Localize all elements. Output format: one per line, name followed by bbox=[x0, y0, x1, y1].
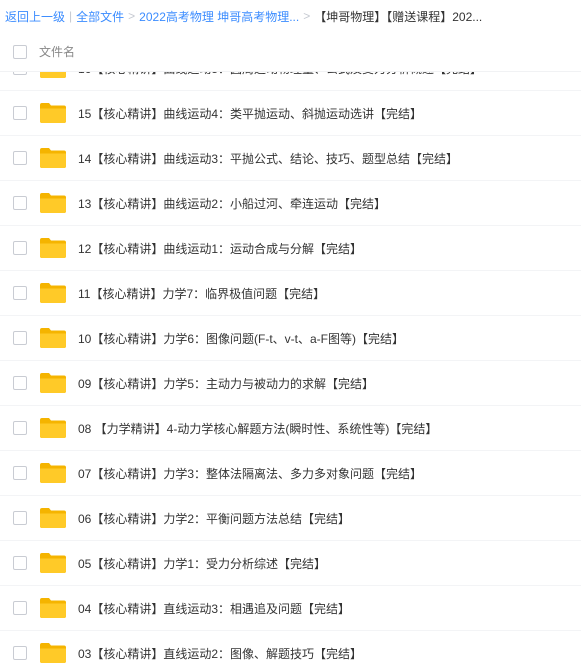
row-checkbox[interactable] bbox=[13, 466, 27, 480]
row-checkbox[interactable] bbox=[13, 106, 27, 120]
file-row[interactable]: 09【核心精讲】力学5：主动力与被动力的求解【完结】 bbox=[0, 361, 581, 406]
folder-icon bbox=[40, 373, 66, 393]
breadcrumb-chevron-icon: > bbox=[128, 9, 136, 23]
file-row[interactable]: 13【核心精讲】曲线运动2：小船过河、牵连运动【完结】 bbox=[0, 181, 581, 226]
breadcrumb-chevron-icon: > bbox=[303, 9, 311, 23]
file-rows: 16【核心精讲】曲线运动5：圆周运动物理量、公式及受力分析概述【完结】 15【核心… bbox=[0, 72, 581, 666]
file-row[interactable]: 11【核心精讲】力学7：临界极值问题【完结】 bbox=[0, 271, 581, 316]
folder-icon bbox=[40, 103, 66, 123]
folder-icon bbox=[40, 508, 66, 528]
file-name[interactable]: 04【核心精讲】直线运动3：相遇追及问题【完结】 bbox=[78, 600, 350, 617]
row-checkbox[interactable] bbox=[13, 286, 27, 300]
breadcrumb-all-files[interactable]: 全部文件 bbox=[76, 8, 124, 25]
file-row[interactable]: 08 【力学精讲】4-动力学核心解题方法(瞬时性、系统性等)【完结】 bbox=[0, 406, 581, 451]
folder-icon bbox=[40, 72, 66, 78]
row-checkbox[interactable] bbox=[13, 151, 27, 165]
folder-icon bbox=[40, 193, 66, 213]
row-checkbox[interactable] bbox=[13, 511, 27, 525]
folder-icon bbox=[40, 238, 66, 258]
file-list-header: 文件名 bbox=[0, 32, 581, 72]
row-checkbox[interactable] bbox=[13, 196, 27, 210]
row-checkbox[interactable] bbox=[13, 376, 27, 390]
back-link[interactable]: 返回上一级 bbox=[5, 8, 65, 25]
file-name[interactable]: 12【核心精讲】曲线运动1：运动合成与分解【完结】 bbox=[78, 240, 362, 257]
file-row[interactable]: 15【核心精讲】曲线运动4：类平抛运动、斜抛运动选讲【完结】 bbox=[0, 91, 581, 136]
file-row[interactable]: 14【核心精讲】曲线运动3：平抛公式、结论、技巧、题型总结【完结】 bbox=[0, 136, 581, 181]
folder-icon bbox=[40, 418, 66, 438]
file-name[interactable]: 05【核心精讲】力学1：受力分析综述【完结】 bbox=[78, 555, 326, 572]
row-checkbox[interactable] bbox=[13, 601, 27, 615]
file-row[interactable]: 07【核心精讲】力学3：整体法隔离法、多力多对象问题【完结】 bbox=[0, 451, 581, 496]
select-all-checkbox[interactable] bbox=[13, 44, 27, 59]
file-name[interactable]: 10【核心精讲】力学6：图像问题(F-t、v-t、a-F图等)【完结】 bbox=[78, 330, 404, 347]
folder-icon bbox=[40, 328, 66, 348]
folder-icon bbox=[40, 643, 66, 663]
file-row[interactable]: 06【核心精讲】力学2：平衡问题方法总结【完结】 bbox=[0, 496, 581, 541]
folder-icon bbox=[40, 148, 66, 168]
file-row[interactable]: 10【核心精讲】力学6：图像问题(F-t、v-t、a-F图等)【完结】 bbox=[0, 316, 581, 361]
file-name[interactable]: 11【核心精讲】力学7：临界极值问题【完结】 bbox=[78, 285, 325, 302]
breadcrumb-current: 【坤哥物理】【赠送课程】202... bbox=[314, 9, 483, 24]
file-name[interactable]: 14【核心精讲】曲线运动3：平抛公式、结论、技巧、题型总结【完结】 bbox=[78, 150, 458, 167]
breadcrumb-divider: | bbox=[69, 9, 73, 23]
file-name[interactable]: 13【核心精讲】曲线运动2：小船过河、牵连运动【完结】 bbox=[78, 195, 386, 212]
file-row[interactable]: 12【核心精讲】曲线运动1：运动合成与分解【完结】 bbox=[0, 226, 581, 271]
file-name[interactable]: 03【核心精讲】直线运动2：图像、解题技巧【完结】 bbox=[78, 645, 362, 662]
breadcrumb: 返回上一级 | 全部文件 > 2022高考物理 坤哥高考物理... > 【坤哥物… bbox=[0, 0, 581, 32]
row-checkbox[interactable] bbox=[13, 241, 27, 255]
file-row[interactable]: 16【核心精讲】曲线运动5：圆周运动物理量、公式及受力分析概述【完结】 bbox=[0, 72, 581, 91]
breadcrumb-folder[interactable]: 2022高考物理 坤哥高考物理... bbox=[139, 8, 299, 25]
file-row[interactable]: 05【核心精讲】力学1：受力分析综述【完结】 bbox=[0, 541, 581, 586]
folder-icon bbox=[40, 553, 66, 573]
row-checkbox[interactable] bbox=[13, 331, 27, 345]
row-checkbox[interactable] bbox=[13, 556, 27, 570]
row-checkbox[interactable] bbox=[13, 421, 27, 435]
file-row[interactable]: 04【核心精讲】直线运动3：相遇追及问题【完结】 bbox=[0, 586, 581, 631]
file-name[interactable]: 09【核心精讲】力学5：主动力与被动力的求解【完结】 bbox=[78, 375, 374, 392]
file-name[interactable]: 08 【力学精讲】4-动力学核心解题方法(瞬时性、系统性等)【完结】 bbox=[78, 420, 437, 437]
file-name[interactable]: 06【核心精讲】力学2：平衡问题方法总结【完结】 bbox=[78, 510, 350, 527]
folder-icon bbox=[40, 283, 66, 303]
file-name[interactable]: 07【核心精讲】力学3：整体法隔离法、多力多对象问题【完结】 bbox=[78, 465, 422, 482]
folder-icon bbox=[40, 598, 66, 618]
file-row[interactable]: 03【核心精讲】直线运动2：图像、解题技巧【完结】 bbox=[0, 631, 581, 666]
row-checkbox[interactable] bbox=[13, 646, 27, 660]
row-checkbox[interactable] bbox=[13, 72, 27, 75]
file-name[interactable]: 16【核心精讲】曲线运动5：圆周运动物理量、公式及受力分析概述【完结】 bbox=[78, 72, 482, 77]
folder-icon bbox=[40, 463, 66, 483]
file-list[interactable]: 16【核心精讲】曲线运动5：圆周运动物理量、公式及受力分析概述【完结】 15【核心… bbox=[0, 72, 581, 666]
file-name[interactable]: 15【核心精讲】曲线运动4：类平抛运动、斜抛运动选讲【完结】 bbox=[78, 105, 422, 122]
column-header-filename[interactable]: 文件名 bbox=[39, 43, 75, 60]
